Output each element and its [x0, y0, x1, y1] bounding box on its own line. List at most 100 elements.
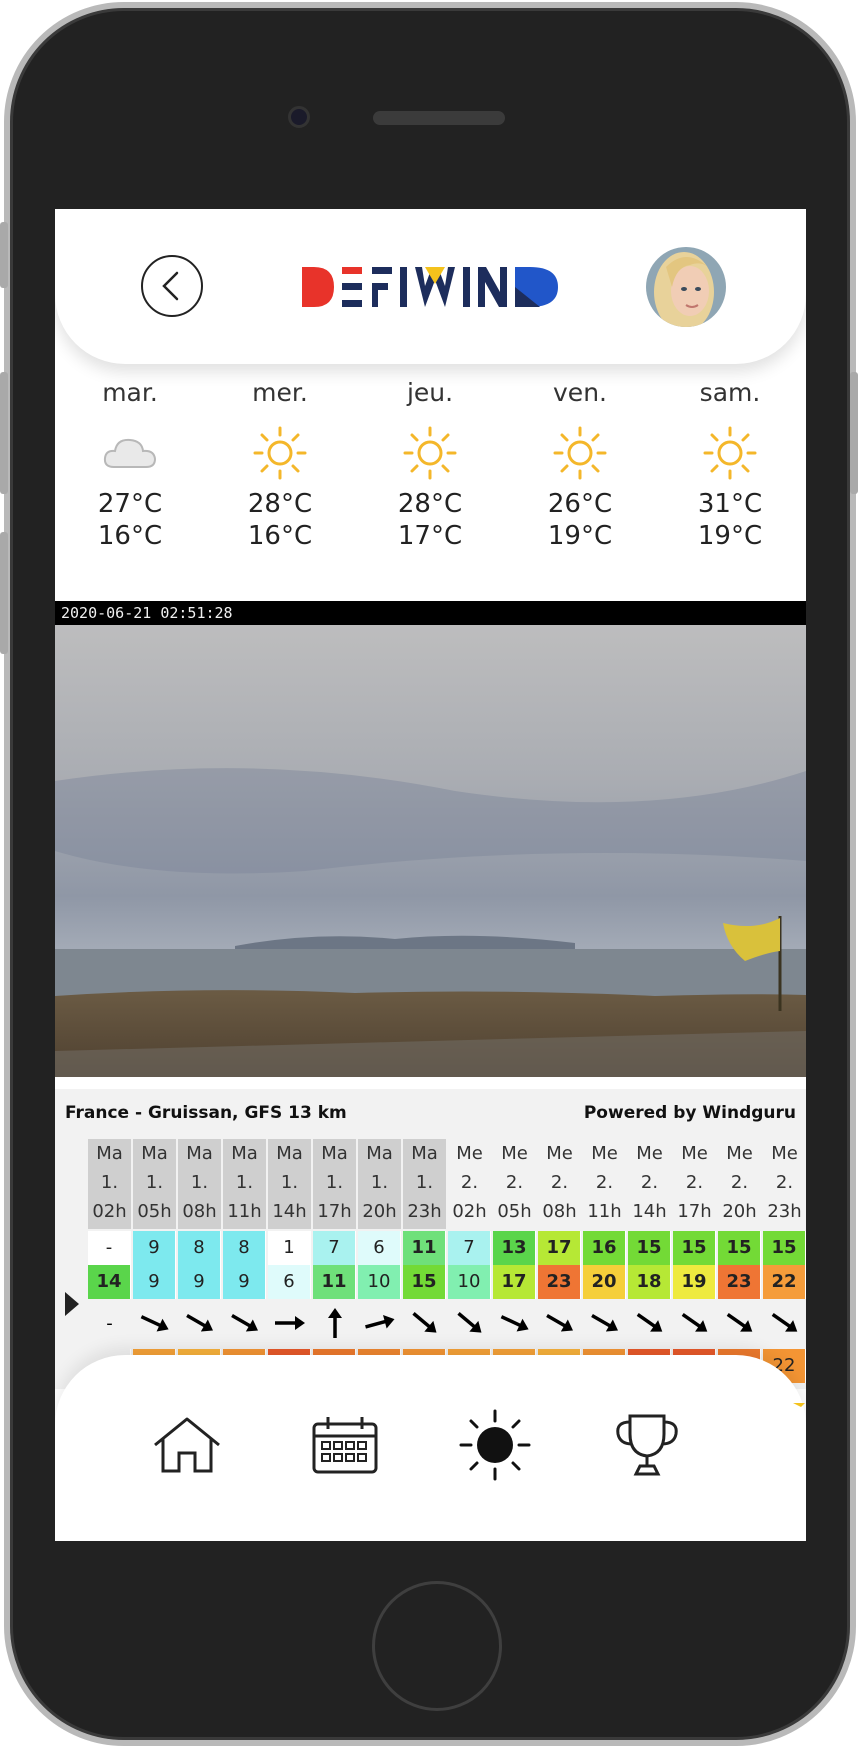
wind-direction-arrow: [673, 1301, 716, 1345]
wind-gust-cell: 15: [403, 1265, 446, 1299]
forecast-column: Ma1.05h9919: [133, 1139, 176, 1383]
avatar[interactable]: [646, 247, 726, 327]
wind-direction-arrow: [223, 1301, 266, 1345]
header-hour: 11h: [227, 1201, 262, 1222]
header-date: 2.: [595, 1172, 614, 1193]
header-hour: 11h: [587, 1201, 622, 1222]
wind-gust-cell: 11: [313, 1265, 356, 1299]
forecast-column: Ma1.08h8918: [178, 1139, 221, 1383]
wind-speed-cell: 7: [313, 1231, 356, 1265]
header-date: 1.: [280, 1172, 299, 1193]
webcam-image[interactable]: 2020-06-21 02:51:28: [55, 601, 806, 1077]
wind-direction-arrow: [538, 1301, 581, 1345]
forecast-column: Me2.17h151926: [673, 1139, 716, 1383]
windguru-credit-link[interactable]: Powered by Windguru: [584, 1103, 796, 1123]
nav-home[interactable]: [147, 1405, 227, 1485]
front-camera: [288, 106, 310, 128]
column-header: Me 2. 05h: [493, 1139, 536, 1229]
home-icon: [154, 1417, 220, 1473]
column-header: Ma 1. 08h: [178, 1139, 221, 1229]
temp-low: 17°C: [397, 521, 463, 551]
header-hour: 17h: [677, 1201, 712, 1222]
wind-direction-arrow: [133, 1301, 176, 1345]
header-date: 1.: [415, 1172, 434, 1193]
column-header: Me 2. 23h: [763, 1139, 806, 1229]
wind-speed-cell: 17: [538, 1231, 581, 1265]
forecast-days: mar. 27°C 16°C mer. 28°C 16°C jeu. 28°C …: [55, 364, 806, 564]
wind-gust-cell: 18: [628, 1265, 671, 1299]
header-day: Me: [546, 1143, 573, 1164]
forecast-day: mar. 27°C 16°C: [55, 364, 205, 552]
column-header: Me 2. 17h: [673, 1139, 716, 1229]
header-day: Me: [501, 1143, 528, 1164]
temp-high: 26°C: [547, 489, 613, 519]
wind-gust-cell: 9: [223, 1265, 266, 1299]
forecast-column: Ma1.11h8922: [223, 1139, 266, 1383]
day-name: jeu.: [406, 378, 454, 407]
nav-trophy[interactable]: [607, 1405, 687, 1485]
header-date: 2.: [640, 1172, 659, 1193]
header-date: 1.: [370, 1172, 389, 1193]
column-header: Ma 1. 11h: [223, 1139, 266, 1229]
home-hardware-button[interactable]: [372, 1581, 502, 1711]
wind-direction-arrow: [583, 1301, 626, 1345]
column-header: Ma 1. 05h: [133, 1139, 176, 1229]
wind-gust-cell: 23: [718, 1265, 761, 1299]
header-date: 2.: [775, 1172, 794, 1193]
sun-icon: [553, 426, 607, 480]
temp-low: 16°C: [97, 521, 163, 551]
header-hour: 14h: [632, 1201, 667, 1222]
temp-low: 19°C: [697, 521, 763, 551]
header-date: 1.: [235, 1172, 254, 1193]
temp-high: 27°C: [97, 489, 163, 519]
column-header: Ma 1. 14h: [268, 1139, 311, 1229]
wind-gust-cell: 14: [88, 1265, 131, 1299]
wind-speed-cell: 15: [718, 1231, 761, 1265]
temp-low: 19°C: [547, 521, 613, 551]
header-day: Ma: [366, 1143, 393, 1164]
wind-direction-arrow: [358, 1301, 401, 1345]
wind-gust-cell: 10: [448, 1265, 491, 1299]
header-hour: 05h: [137, 1201, 172, 1222]
header-hour: 20h: [362, 1201, 397, 1222]
day-name: mar.: [102, 378, 158, 407]
cloud-icon: [103, 438, 157, 468]
wind-speed-cell: 15: [673, 1231, 716, 1265]
wind-direction-arrow: [628, 1301, 671, 1345]
sun-icon: [253, 426, 307, 480]
volume-down-button: [0, 532, 8, 654]
trophy-icon: [616, 1414, 678, 1476]
header-hour: 14h: [272, 1201, 307, 1222]
wind-speed-cell: -: [88, 1231, 131, 1265]
wind-speed-cell: 16: [583, 1231, 626, 1265]
webcam-timestamp: 2020-06-21 02:51:28: [61, 604, 233, 622]
temp-high: 28°C: [247, 489, 313, 519]
wind-speed-cell: 7: [448, 1231, 491, 1265]
column-header: Me 2. 14h: [628, 1139, 671, 1229]
header-day: Ma: [411, 1143, 438, 1164]
volume-up-button: [0, 372, 8, 494]
day-name: ven.: [553, 378, 607, 407]
header-date: 2.: [505, 1172, 524, 1193]
wind-speed-cell: 9: [133, 1231, 176, 1265]
forecast-day: ven. 26°C 19°C: [505, 364, 655, 552]
forecast-column: Ma1.14h1625: [268, 1139, 311, 1383]
header-day: Me: [726, 1143, 753, 1164]
expand-arrow-icon[interactable]: [65, 1292, 79, 1316]
power-button: [850, 372, 858, 494]
nav-weather[interactable]: [455, 1405, 535, 1485]
nav-calendar[interactable]: [305, 1405, 385, 1485]
header-day: Ma: [231, 1143, 258, 1164]
header-day: Ma: [321, 1143, 348, 1164]
forecast-day: mer. 28°C 16°C: [205, 364, 355, 552]
back-button[interactable]: [141, 255, 203, 317]
wind-direction-arrow: [718, 1301, 761, 1345]
column-header: Me 2. 02h: [448, 1139, 491, 1229]
sun-icon: [459, 1409, 531, 1481]
wind-speed-cell: 1: [268, 1231, 311, 1265]
wind-direction-arrow: [178, 1301, 221, 1345]
forecast-day: sam. 31°C 19°C: [655, 364, 805, 552]
temp-high: 28°C: [397, 489, 463, 519]
header-date: 1.: [325, 1172, 344, 1193]
header-hour: 08h: [542, 1201, 577, 1222]
